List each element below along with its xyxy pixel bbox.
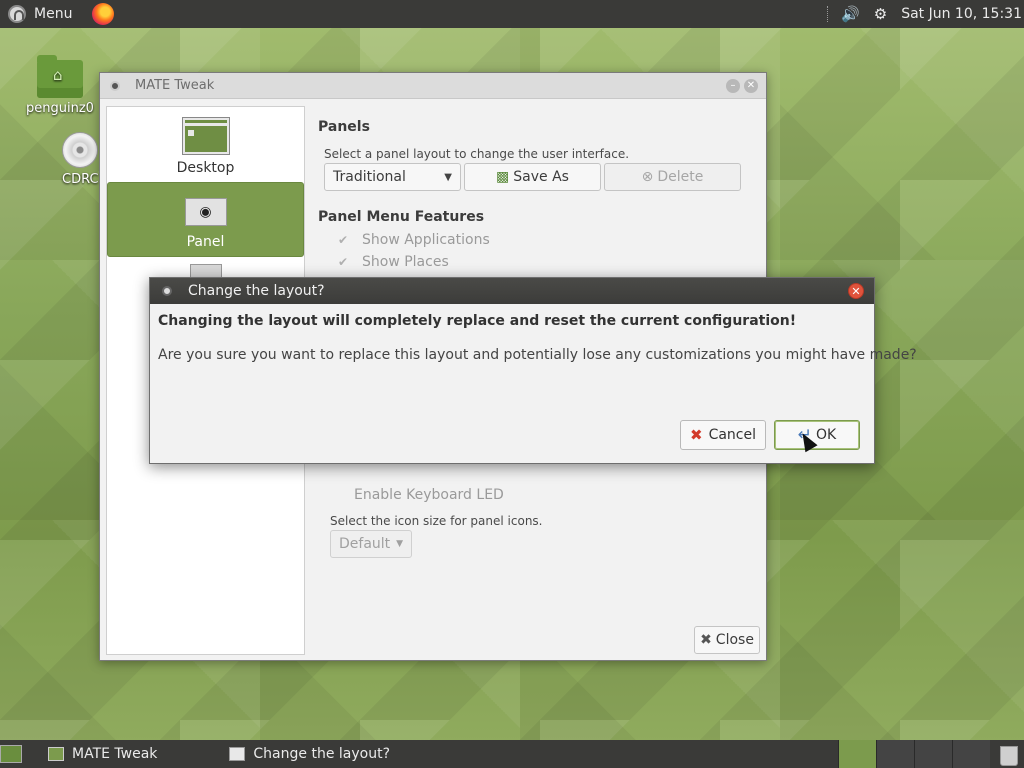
show-desktop-icon[interactable] [0,745,22,763]
main-menu-button[interactable]: Menu [0,0,80,28]
icon-size-value: Default [339,536,391,552]
volume-icon[interactable]: 🔊 [841,5,860,23]
window-menu-icon[interactable] [110,80,120,91]
mate-logo-icon [8,5,26,23]
menu-features-title: Panel Menu Features [318,209,485,225]
delete-icon: ⊗ [641,169,654,185]
dialog-titlebar[interactable]: Change the layout? ✕ [150,278,874,304]
delete-button[interactable]: ⊗ Delete [604,163,741,191]
desktop-icon-cdrom[interactable]: CDRC [62,132,99,187]
home-folder-icon [36,55,83,98]
close-icon[interactable]: ✕ [744,78,758,93]
layout-combo[interactable]: Traditional ▼ [324,163,461,191]
workspace-1[interactable] [838,740,876,768]
save-icon: ▩ [496,169,510,185]
cancel-button[interactable]: ✖ Cancel [680,420,766,450]
workspace-4[interactable] [952,740,990,768]
chevron-down-icon: ▼ [396,539,403,549]
window-titlebar[interactable]: MATE Tweak – ✕ [100,73,766,99]
trash-icon[interactable] [1000,746,1018,766]
dialog-question-text: Are you sure you want to replace this la… [158,347,917,363]
taskbar-item-change-layout[interactable]: Change the layout? [219,740,400,768]
chevron-down-icon: ▼ [444,171,452,183]
dialog-title: Change the layout? [188,283,325,299]
desktop-icon [182,118,229,154]
workspace-3[interactable] [914,740,952,768]
change-layout-dialog: Change the layout? ✕ Changing the layout… [149,277,917,464]
window-controls: – ✕ [722,78,758,93]
icon-size-hint: Select the icon size for panel icons. [330,514,543,528]
checkbox-label: Enable Keyboard LED [354,487,504,503]
cancel-x-icon: ✖ [689,426,703,444]
close-x-icon: ✖ [700,632,712,648]
sidebar-item-panel[interactable]: ◉ Panel [107,182,304,257]
dialog-app-icon [229,747,246,761]
close-button[interactable]: ✖ Close [694,626,760,654]
sidebar-item-label: Desktop [176,160,235,176]
task-label: Change the layout? [253,746,390,762]
checkbox-icon [330,489,342,501]
checkmark-icon: ✔ [338,255,349,269]
panel-settings-content: Panels Select a panel layout to change t… [318,106,756,558]
bottom-panel: MATE Tweak Change the layout? [0,740,1024,768]
top-panel: Menu 🔊 ⚙ Sat Jun 10, 15:31 [0,0,1024,28]
taskbar-item-mate-tweak[interactable]: MATE Tweak [38,740,167,768]
checkmark-icon: ✔ [338,233,349,247]
cdrom-icon [62,132,99,168]
show-applications-checkbox[interactable]: ✔ Show Applications [338,229,756,251]
desktop-icon-home[interactable]: penguinz0 [26,55,94,116]
close-icon[interactable]: ✕ [848,283,864,299]
sidebar-item-label: Panel [186,234,225,250]
desktop-icon-label: penguinz0 [26,101,94,116]
desktop-icon-label: CDRC [62,172,99,187]
workspace-switcher [838,740,990,768]
tray-separator [827,6,829,22]
save-as-label: Save As [513,169,569,185]
menu-label: Menu [34,6,73,22]
clock[interactable]: Sat Jun 10, 15:31 [901,6,1024,22]
show-places-checkbox[interactable]: ✔ Show Places [338,251,756,273]
window-menu-icon[interactable] [162,286,172,296]
task-label: MATE Tweak [72,746,158,762]
sidebar-item-desktop[interactable]: Desktop [107,107,304,182]
close-label: Close [715,632,754,648]
mate-tweak-app-icon [48,747,64,761]
save-as-button[interactable]: ▩ Save As [464,163,601,191]
ok-label: OK [816,427,837,443]
layout-row: Traditional ▼ ▩ Save As ⊗ Delete [324,163,756,191]
keyboard-led-checkbox[interactable]: Enable Keyboard LED [330,484,504,506]
window-title: MATE Tweak [135,78,215,93]
dialog-warning-text: Changing the layout will completely repl… [158,313,797,329]
checkbox-label: Show Applications [362,232,490,248]
minimize-icon[interactable]: – [726,78,740,93]
firefox-launcher-icon[interactable] [92,3,115,25]
delete-label: Delete [657,169,704,185]
panels-hint: Select a panel layout to change the user… [324,147,630,161]
system-tray: 🔊 ⚙ Sat Jun 10, 15:31 [827,0,1024,28]
windows-icon[interactable] [189,264,222,278]
settings-gear-icon[interactable]: ⚙ [874,5,887,23]
icon-size-dropdown[interactable]: Default ▼ [330,530,412,558]
cancel-label: Cancel [708,427,756,443]
layout-selected-value: Traditional [333,169,406,185]
checkbox-label: Show Places [362,254,449,270]
panel-icon: ◉ [184,198,227,226]
workspace-2[interactable] [876,740,914,768]
panels-section-title: Panels [318,119,370,135]
